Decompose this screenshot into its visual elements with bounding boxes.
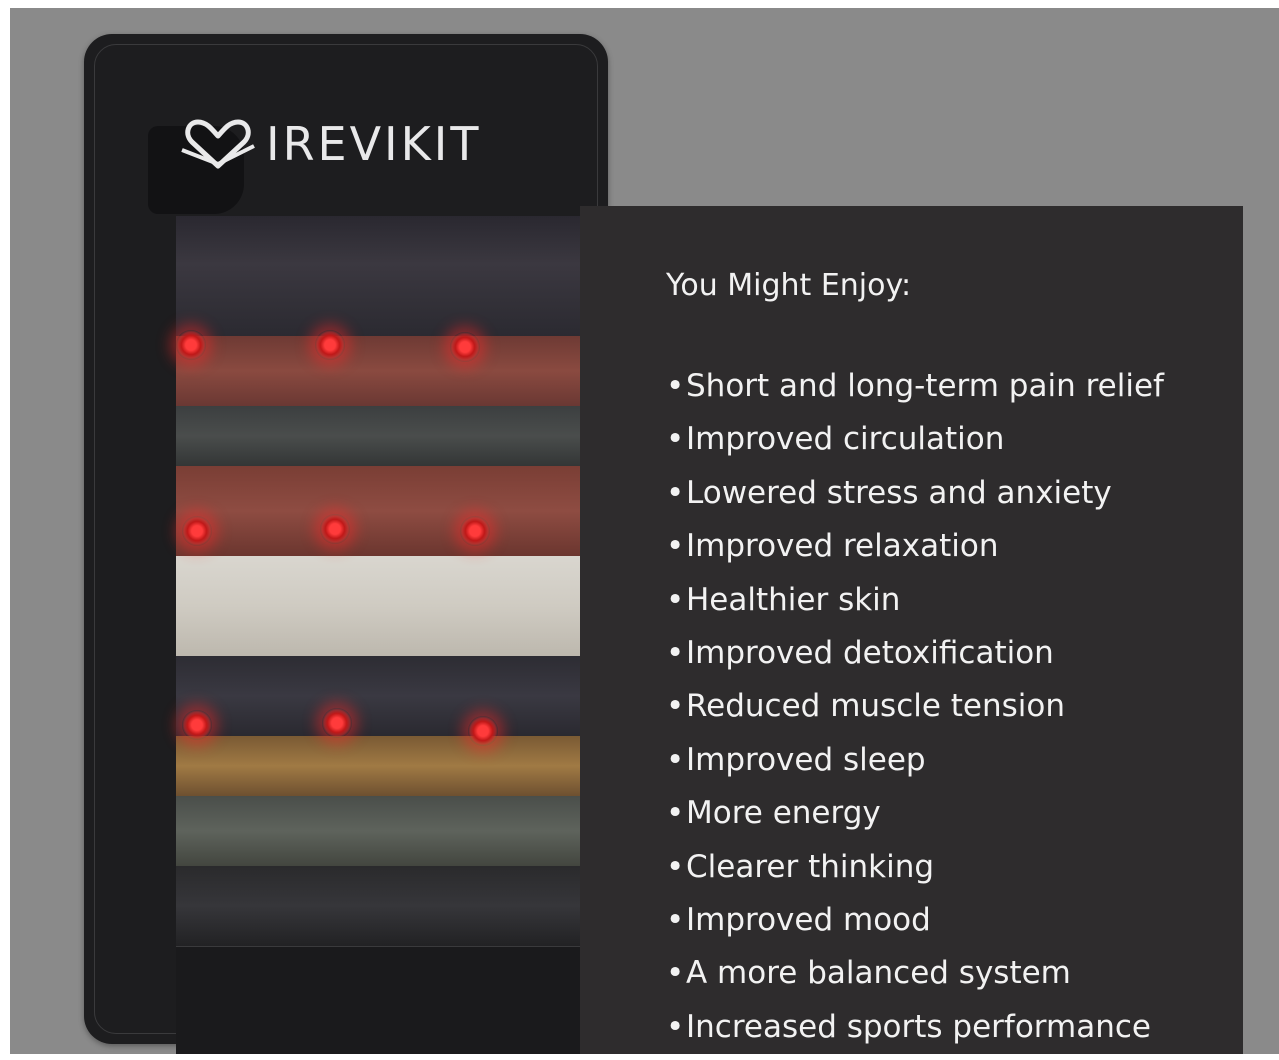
benefit-item: •Increased sports performance bbox=[666, 1008, 1151, 1045]
benefit-item: •Improved mood bbox=[666, 901, 931, 938]
red-light-led bbox=[315, 330, 345, 360]
red-light-led bbox=[468, 716, 498, 746]
benefit-item: •Clearer thinking bbox=[666, 848, 935, 885]
panel-heading: You Might Enjoy: bbox=[666, 268, 912, 303]
benefit-item: •Improved sleep bbox=[666, 741, 926, 778]
benefit-item: •Healthier skin bbox=[666, 581, 901, 618]
red-light-led bbox=[460, 516, 490, 546]
brand-logo: IREVIKIT bbox=[178, 116, 481, 172]
benefit-item: •Improved circulation bbox=[666, 421, 1005, 458]
red-light-led bbox=[182, 516, 212, 546]
heart-logo-icon bbox=[181, 119, 255, 169]
benefit-item: •Lowered stress and anxiety bbox=[666, 474, 1112, 511]
red-light-led bbox=[450, 332, 480, 362]
red-light-led bbox=[182, 710, 212, 740]
brand-name: IREVIKIT bbox=[266, 117, 482, 171]
benefit-item: •Reduced muscle tension bbox=[666, 688, 1066, 725]
benefits-list: •Short and long-term pain relief •Improv… bbox=[666, 366, 1164, 1060]
red-light-led bbox=[176, 330, 206, 360]
benefits-panel: You Might Enjoy: •Short and long-term pa… bbox=[580, 206, 1243, 1054]
benefit-item: •A more balanced system bbox=[666, 955, 1071, 992]
benefit-item: •Improved detoxification bbox=[666, 634, 1054, 671]
benefit-item: •Short and long-term pain relief bbox=[666, 368, 1164, 404]
benefit-item: •More energy bbox=[666, 795, 881, 832]
benefit-item: •Improved relaxation bbox=[666, 528, 999, 565]
red-light-led bbox=[320, 514, 350, 544]
red-light-led bbox=[322, 708, 352, 738]
